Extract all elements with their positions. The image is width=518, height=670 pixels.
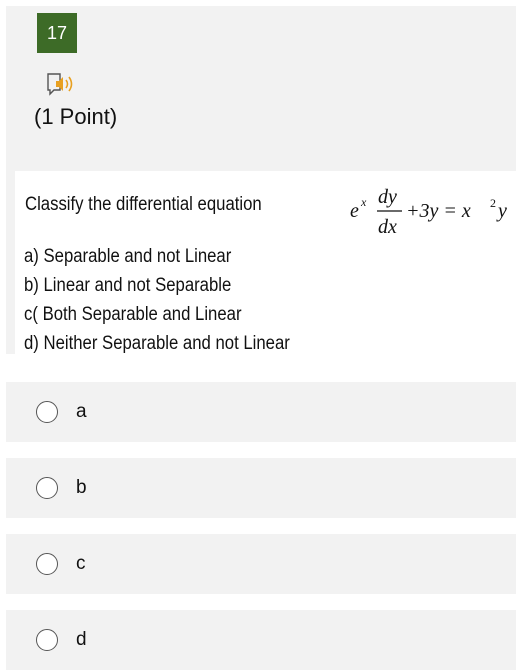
question-card: 17 (1 Point) Classify the differential e…: [6, 6, 518, 355]
answer-choice-c[interactable]: c: [6, 534, 516, 594]
question-prompt: Classify the differential equation: [25, 194, 262, 215]
choice-label: a: [76, 401, 87, 422]
question-number-badge: 17: [37, 13, 77, 53]
speaker-icon[interactable]: [46, 70, 76, 98]
choice-label: c: [76, 553, 86, 574]
radio-button[interactable]: [36, 553, 58, 575]
points-label: (1 Point): [34, 104, 118, 129]
equation-base: e: [350, 200, 359, 222]
equation-tail: y: [496, 200, 507, 222]
answer-choice-a[interactable]: a: [6, 382, 516, 442]
radio-button[interactable]: [36, 629, 58, 651]
equation-numerator: dy: [378, 186, 397, 208]
option-text-d: d) Neither Separable and not Linear: [24, 333, 290, 354]
differential-equation: e x dy dx +3y = x 2 y: [350, 186, 507, 238]
answer-choice-d[interactable]: d: [6, 610, 516, 670]
choice-label: b: [76, 477, 87, 498]
radio-button[interactable]: [36, 477, 58, 499]
answer-choice-b[interactable]: b: [6, 458, 516, 518]
equation-denominator: dx: [378, 216, 397, 238]
equation-exponent: x: [360, 195, 367, 209]
choice-label: d: [76, 629, 87, 650]
option-text-a: a) Separable and not Linear: [24, 246, 232, 267]
equation-middle: +3y = x: [406, 200, 471, 222]
options-list: a) Separable and not Linear b) Linear an…: [24, 242, 290, 358]
question-body: Classify the differential equation e x d…: [15, 171, 518, 355]
option-text-b: b) Linear and not Separable: [24, 275, 232, 296]
equation-power: 2: [490, 196, 496, 210]
radio-button[interactable]: [36, 401, 58, 423]
option-text-c: c( Both Separable and Linear: [24, 304, 242, 325]
